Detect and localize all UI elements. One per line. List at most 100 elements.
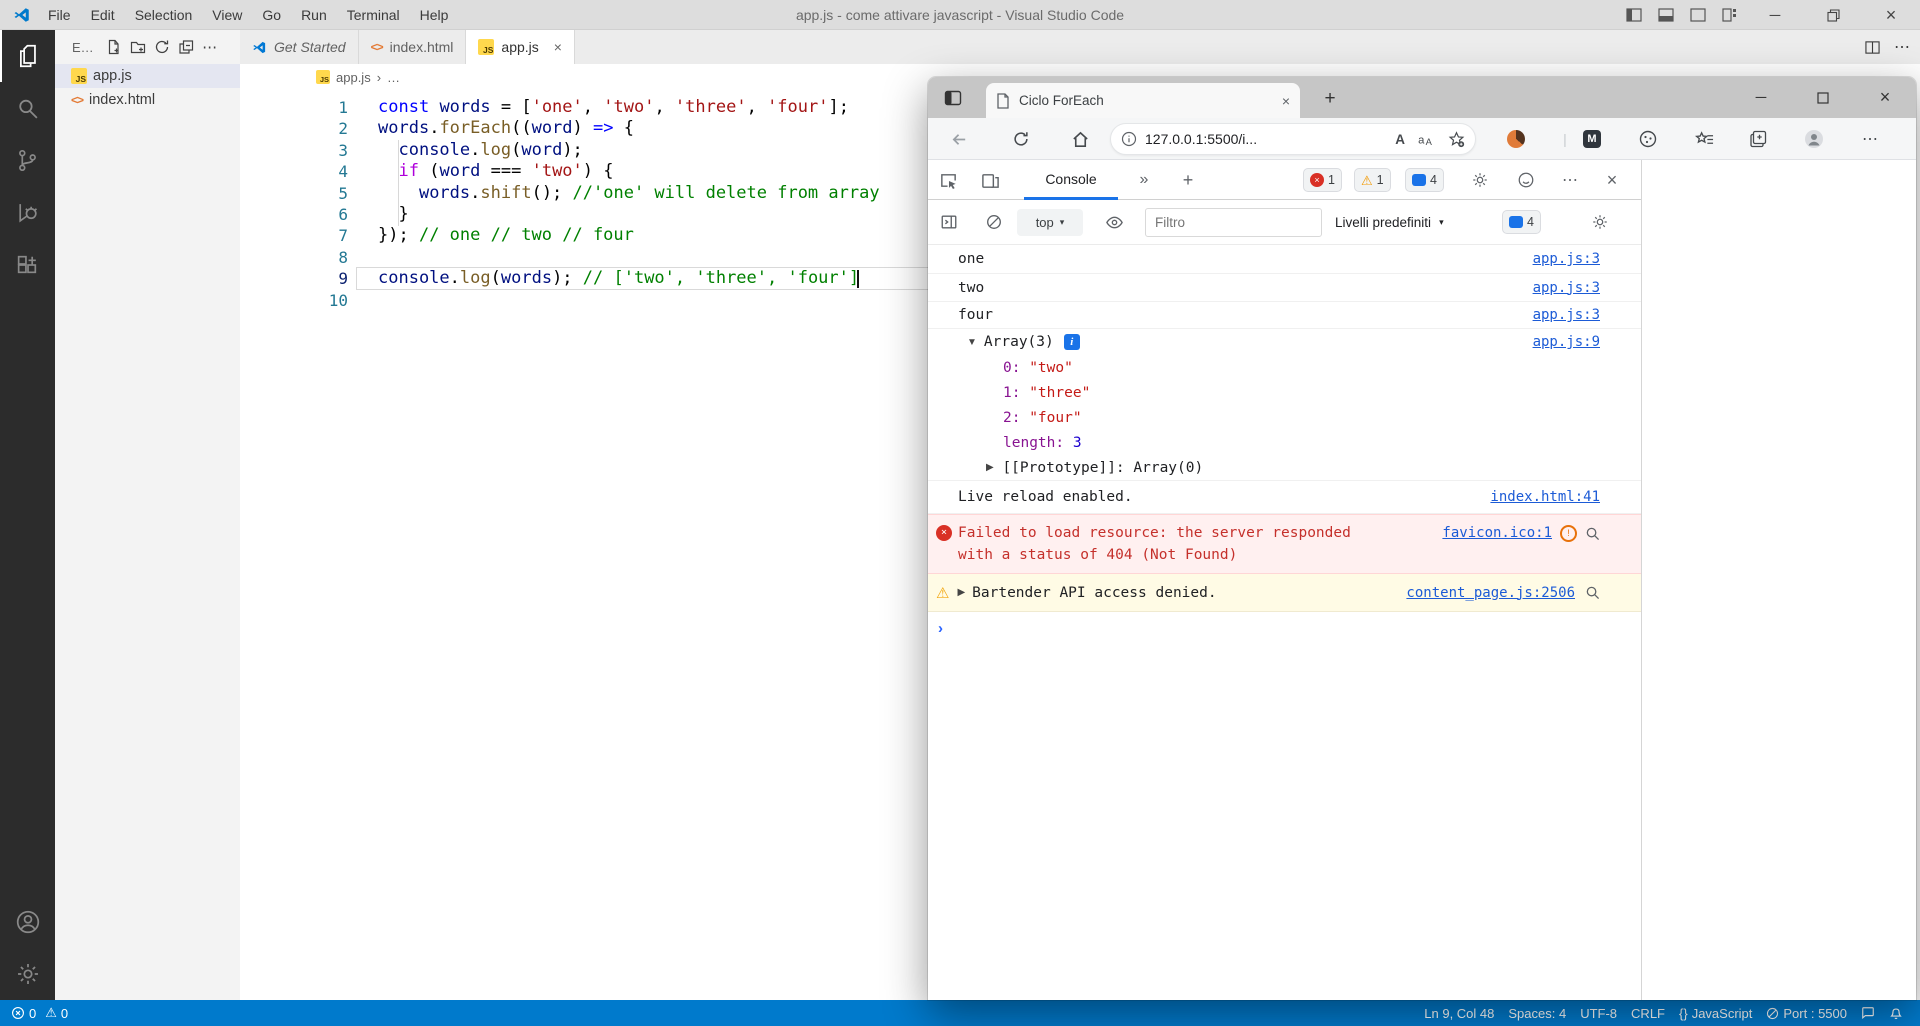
activity-source-control-icon[interactable] — [0, 134, 55, 186]
array-prototype-entry[interactable]: ▶ [[Prototype]]: Array(0) — [928, 455, 1641, 480]
context-selector[interactable]: top ▾ — [1017, 209, 1083, 236]
activity-account-icon[interactable] — [0, 896, 55, 948]
new-tab-icon[interactable]: + — [1316, 85, 1344, 113]
console-sidebar-icon[interactable] — [937, 211, 961, 233]
source-link[interactable]: app.js:3 — [1533, 280, 1600, 296]
url-text[interactable]: 127.0.0.1:5500/i... — [1145, 131, 1257, 147]
breadcrumb-symbol[interactable]: … — [387, 70, 400, 85]
more-panels-icon[interactable]: » — [1132, 169, 1156, 191]
read-aloud-icon[interactable]: A — [1395, 132, 1405, 147]
browser-settings-more-icon[interactable]: ⋯ — [1858, 127, 1882, 151]
console-settings-gear-icon[interactable] — [1588, 211, 1612, 233]
language-status[interactable]: {}JavaScript — [1672, 1006, 1759, 1021]
activity-explorer-icon[interactable] — [0, 30, 55, 82]
messages-count-badge[interactable]: 4 — [1405, 168, 1444, 192]
window-close-button[interactable]: × — [1862, 0, 1920, 30]
cookie-icon[interactable] — [1636, 127, 1660, 151]
menu-selection[interactable]: Selection — [125, 0, 203, 29]
console-prompt[interactable]: › — [928, 612, 1641, 644]
array-entry[interactable]: 1: "three" — [928, 380, 1641, 405]
window-restore-button[interactable] — [1804, 0, 1862, 30]
translate-icon[interactable]: aA — [1418, 132, 1435, 147]
source-link[interactable]: index.html:41 — [1490, 489, 1600, 505]
favorites-bar-icon[interactable] — [1692, 127, 1716, 151]
tab-index-html[interactable]: <> index.html — [359, 30, 467, 64]
file-item-indexhtml[interactable]: <> index.html — [55, 88, 240, 112]
cursor-position-status[interactable]: Ln 9, Col 48 — [1417, 1006, 1501, 1021]
split-editor-icon[interactable] — [1865, 40, 1880, 55]
devtools-tab-console[interactable]: Console — [1024, 160, 1118, 200]
console-warning-message[interactable]: ⚠ ▶ Bartender API access denied. content… — [928, 574, 1641, 612]
device-toolbar-icon[interactable] — [978, 169, 1002, 191]
encoding-status[interactable]: UTF-8 — [1573, 1006, 1624, 1021]
new-file-icon[interactable] — [102, 35, 126, 59]
tab-actions-menu-icon[interactable] — [940, 86, 966, 110]
refresh-icon[interactable] — [1008, 126, 1034, 152]
devtools-close-icon[interactable]: × — [1600, 169, 1624, 191]
source-link[interactable]: app.js:3 — [1533, 307, 1600, 323]
problems-status[interactable]: 0 ⚠ 0 — [4, 1000, 75, 1026]
console-message[interactable]: two app.js:3 — [928, 274, 1641, 302]
search-similar-icon[interactable] — [1585, 585, 1600, 600]
console-message-live-reload[interactable]: Live reload enabled. index.html:41 — [928, 481, 1641, 514]
live-server-port-status[interactable]: Port : 5500 — [1759, 1006, 1854, 1021]
console-array-row[interactable]: ▼ Array(3) i app.js:9 — [928, 329, 1641, 355]
source-link[interactable]: content_page.js:2506 — [1406, 585, 1575, 601]
add-panel-icon[interactable]: + — [1176, 169, 1200, 191]
console-message[interactable]: four app.js:3 — [928, 302, 1641, 329]
collapse-arrow-icon[interactable]: ▶ — [957, 587, 965, 598]
expand-arrow-icon[interactable]: ▼ — [967, 337, 977, 348]
array-entry[interactable]: 0: "two" — [928, 355, 1641, 380]
array-length-entry[interactable]: length: 3 — [928, 430, 1641, 455]
collections-icon[interactable] — [1746, 127, 1770, 151]
tab-close-icon[interactable]: × — [1282, 93, 1290, 109]
console-message[interactable]: one app.js:3 — [928, 245, 1641, 274]
favorites-star-icon[interactable] — [1448, 131, 1465, 148]
extension-m-icon[interactable]: M — [1580, 127, 1604, 151]
editor-more-actions-icon[interactable]: ⋯ — [1894, 37, 1910, 57]
feedback-icon[interactable] — [1854, 1006, 1882, 1020]
notifications-bell-icon[interactable] — [1882, 1006, 1910, 1020]
eol-status[interactable]: CRLF — [1624, 1006, 1672, 1021]
new-folder-icon[interactable] — [126, 35, 150, 59]
collapse-folders-icon[interactable] — [174, 35, 198, 59]
menu-help[interactable]: Help — [410, 0, 459, 29]
file-item-appjs[interactable]: JS app.js — [55, 64, 240, 88]
source-link[interactable]: app.js:9 — [1533, 334, 1600, 350]
address-bar[interactable]: 127.0.0.1:5500/i... A aA — [1110, 123, 1476, 155]
array-entry[interactable]: 2: "four" — [928, 405, 1641, 430]
tab-app-js[interactable]: JS app.js × — [466, 30, 575, 64]
info-icon[interactable]: i — [1064, 334, 1080, 350]
log-levels-selector[interactable]: Livelli predefiniti ▾ — [1335, 200, 1444, 245]
indentation-status[interactable]: Spaces: 4 — [1501, 1006, 1573, 1021]
site-info-icon[interactable] — [1121, 131, 1137, 147]
customize-layout-icon[interactable] — [1714, 0, 1746, 30]
refresh-explorer-icon[interactable] — [150, 35, 174, 59]
activity-settings-gear-icon[interactable] — [0, 948, 55, 1000]
activity-extensions-icon[interactable] — [0, 238, 55, 290]
devtools-settings-gear-icon[interactable] — [1468, 169, 1492, 191]
menu-run[interactable]: Run — [291, 0, 337, 29]
devtools-feedback-icon[interactable] — [1514, 169, 1538, 191]
error-count-badge[interactable]: × 1 — [1303, 168, 1342, 192]
menu-file[interactable]: File — [38, 0, 81, 29]
toggle-secondary-sidebar-icon[interactable] — [1682, 0, 1714, 30]
browser-tab-ciclo-foreach[interactable]: Ciclo ForEach × — [986, 83, 1300, 118]
inspect-element-icon[interactable] — [936, 169, 960, 191]
menu-edit[interactable]: Edit — [81, 0, 125, 29]
browser-maximize-button[interactable] — [1792, 77, 1854, 118]
live-expression-eye-icon[interactable] — [1102, 211, 1126, 233]
source-link[interactable]: favicon.ico:1 — [1442, 522, 1552, 544]
browser-close-button[interactable]: × — [1854, 77, 1916, 118]
console-error-message[interactable]: × Failed to load resource: the server re… — [928, 514, 1641, 574]
issues-icon[interactable]: ! — [1560, 525, 1577, 542]
devtools-more-options-icon[interactable]: ⋯ — [1558, 169, 1582, 191]
console-filter-input[interactable] — [1145, 208, 1322, 237]
explorer-more-actions-icon[interactable]: ⋯ — [198, 35, 222, 59]
menu-view[interactable]: View — [202, 0, 252, 29]
breadcrumb-file[interactable]: app.js — [336, 70, 371, 85]
search-similar-icon[interactable] — [1585, 526, 1600, 541]
menu-terminal[interactable]: Terminal — [337, 0, 410, 29]
toggle-panel-icon[interactable] — [1650, 0, 1682, 30]
activity-run-debug-icon[interactable] — [0, 186, 55, 238]
